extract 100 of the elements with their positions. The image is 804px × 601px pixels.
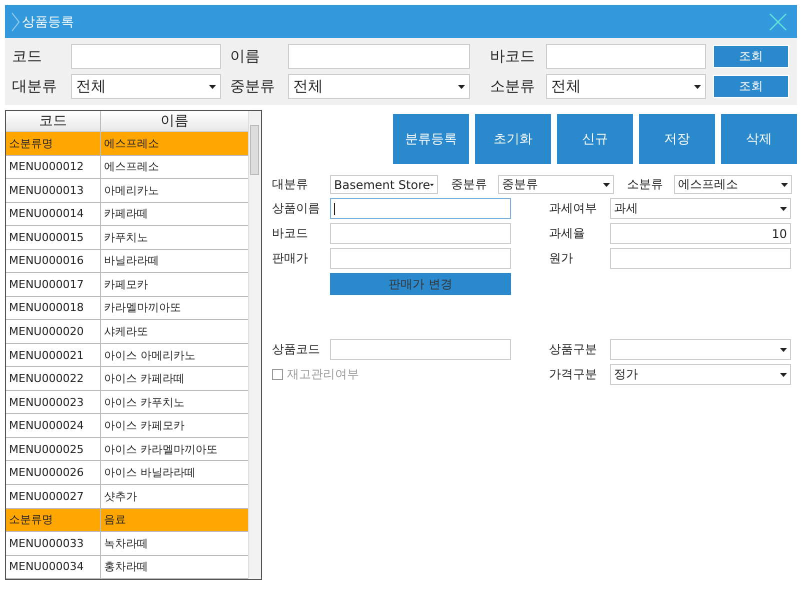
table-row[interactable]: MENU000013 아메리카노 (6, 179, 248, 203)
table-row[interactable]: MENU000026 아이스 바닐라라떼 (6, 461, 248, 485)
dropdown-arrow-icon (603, 182, 610, 186)
table-cell-text: 카페모카 (103, 276, 149, 293)
table-row[interactable]: MENU000024 아이스 카페모카 (6, 414, 248, 438)
table-cell: MENU000022 (6, 367, 101, 390)
table-row[interactable]: MENU000033 녹차라떼 (6, 532, 248, 556)
category-dropdown[interactable]: Basement Store (330, 175, 438, 194)
field-label: 바코드 (489, 47, 536, 66)
category-dropdown[interactable]: 중분류 (498, 175, 614, 194)
field-label: 소분류 (627, 176, 664, 193)
search-field[interactable] (71, 44, 221, 69)
table-row[interactable]: MENU000017 카페모카 (6, 273, 248, 297)
table-row[interactable]: MENU000025 아이스 카라멜마끼아또 (6, 438, 248, 462)
field-label: 상품구분 (549, 341, 598, 358)
dropdown-arrow-icon (780, 206, 787, 210)
table-row[interactable]: MENU000015 카푸치노 (6, 226, 248, 250)
table-cell-text: 녹차라떼 (103, 536, 149, 552)
chevron-icon (11, 12, 20, 32)
table-cell-text: 아이스 카페모카 (103, 418, 186, 434)
field-label: 원가 (549, 250, 574, 267)
dropdown-arrow-icon (694, 84, 701, 88)
table-cell-text: 아이스 아메리카노 (103, 348, 196, 364)
field-label: 상품이름 (272, 200, 321, 217)
table-row[interactable]: MENU000020 샤케라또 (6, 320, 248, 344)
input-field[interactable]: 10 (610, 223, 791, 244)
category-dropdown[interactable]: 전체 (71, 74, 221, 99)
table-cell: MENU000023 (6, 390, 101, 414)
table-cell-text: 아이스 바닐라라떼 (103, 465, 196, 482)
category-dropdown[interactable]: 전체 (546, 74, 706, 99)
field-label: 소분류 (489, 77, 536, 96)
table-row[interactable]: MENU000018 카라멜마끼아또 (6, 296, 248, 320)
table-cell: MENU000034 (6, 556, 101, 578)
field-label: 상품코드 (272, 341, 321, 358)
toolbar-button[interactable]: 삭제 (721, 114, 797, 164)
table-row[interactable]: MENU000023 아이스 카푸치노 (6, 390, 248, 414)
toolbar-button[interactable]: 저장 (639, 114, 715, 164)
dropdown[interactable] (610, 339, 791, 360)
dropdown-arrow-icon (458, 84, 465, 88)
table-row[interactable]: MENU000014 카페라떼 (6, 202, 248, 226)
table-row[interactable]: MENU000016 바닐라라떼 (6, 250, 248, 274)
dropdown-arrow-icon (781, 182, 788, 186)
table-row[interactable]: MENU000034 홍차라떼 (6, 556, 248, 579)
search-field[interactable] (288, 44, 470, 69)
table-cell: MENU000018 (6, 296, 101, 320)
search-button[interactable]: 조회 (713, 75, 789, 98)
group-row[interactable]: 소분류명 음료 (6, 508, 248, 532)
table-cell: MENU000025 (6, 438, 101, 460)
checkbox-label: 재고관리여부 (287, 366, 359, 383)
field-label: 대분류 (272, 176, 309, 193)
table-cell: MENU000021 (6, 344, 101, 366)
table-cell-text: 카푸치노 (103, 230, 149, 246)
field-label: 과세여부 (549, 200, 598, 217)
table-cell: MENU000024 (6, 414, 101, 437)
dropdown-arrow-icon (780, 348, 787, 352)
table-cell: MENU000020 (6, 320, 101, 343)
field-label: 가격구분 (549, 366, 598, 383)
table-cell: 소분류명 (6, 132, 101, 155)
table-row[interactable]: MENU000021 아이스 아메리카노 (6, 344, 248, 368)
category-dropdown[interactable]: 에스프레소 (674, 175, 792, 194)
table-cell-text: 아이스 카라멜마끼아또 (103, 442, 218, 458)
dropdown-arrow-icon (780, 372, 787, 376)
input-field[interactable] (330, 223, 511, 244)
table-cell-text: 아메리카노 (103, 182, 160, 199)
field-label: 이름 (229, 47, 261, 66)
table-cell: MENU000017 (6, 273, 101, 296)
table-cell: MENU000012 (6, 156, 101, 178)
toolbar-button[interactable]: 초기화 (475, 114, 551, 164)
table-cell-text: 에스프레소 (103, 136, 160, 152)
table-cell: MENU000013 (6, 179, 101, 202)
search-field[interactable] (546, 44, 706, 69)
search-button[interactable]: 조회 (713, 45, 789, 68)
input-field[interactable] (330, 198, 511, 219)
close-icon[interactable] (769, 12, 787, 30)
dropdown-arrow-icon (209, 84, 216, 88)
input-field[interactable] (610, 248, 791, 269)
input-field[interactable] (330, 339, 511, 360)
dropdown[interactable]: 과세 (610, 198, 791, 219)
table-cell: MENU000016 (6, 250, 101, 272)
dropdown[interactable]: 정가 (610, 364, 791, 385)
column-header: 이름 (160, 112, 190, 131)
table-cell: MENU000014 (6, 202, 101, 226)
input-field[interactable] (330, 248, 511, 269)
table-cell-text: 샷추가 (103, 488, 138, 505)
table-cell: MENU000026 (6, 461, 101, 484)
table-cell-text: 샤케라또 (103, 324, 149, 340)
field-label: 중분류 (229, 77, 276, 96)
table-cell-text: 아이스 카푸치노 (103, 394, 186, 411)
table-row[interactable]: MENU000022 아이스 카페라떼 (6, 367, 248, 391)
category-dropdown[interactable]: 전체 (288, 74, 470, 99)
table-cell: MENU000015 (6, 226, 101, 249)
window-title: 상품등록 (22, 14, 74, 30)
toolbar-button[interactable]: 분류등록 (393, 114, 469, 164)
table-row[interactable]: MENU000012 에스프레소 (6, 156, 248, 180)
table-cell-text: 홍차라떼 (103, 559, 149, 576)
group-row[interactable]: 소분류명 에스프레소 (6, 132, 248, 156)
scrollbar[interactable] (248, 111, 261, 579)
table-cell-text: 카라멜마끼아또 (103, 300, 182, 316)
toolbar-button[interactable]: 신규 (557, 114, 633, 164)
field-label: 판매가 (272, 250, 309, 267)
